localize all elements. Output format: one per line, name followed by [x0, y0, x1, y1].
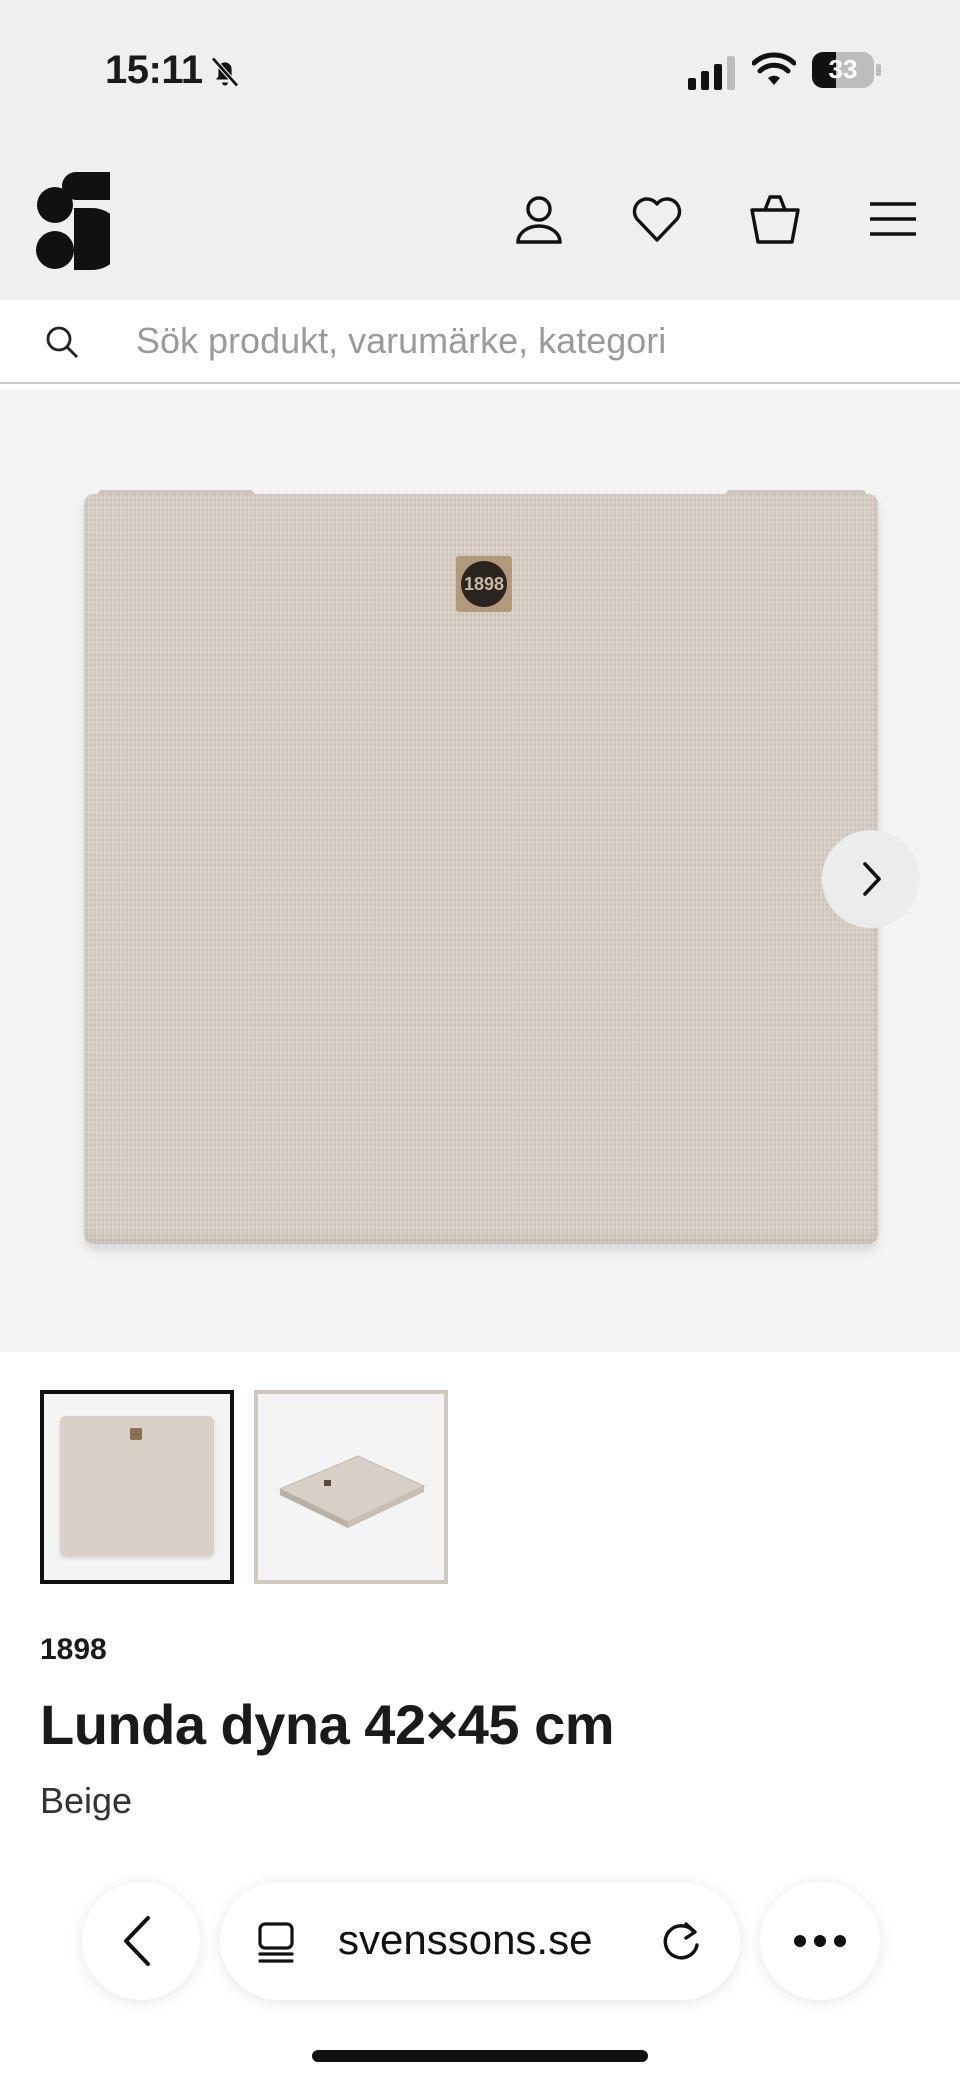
chevron-right-icon [863, 862, 881, 896]
search-icon [46, 326, 78, 358]
signal-icon [688, 56, 735, 90]
tabs-icon[interactable] [254, 1920, 298, 1964]
thumbnail-1[interactable] [40, 1390, 234, 1584]
site-header [0, 140, 960, 300]
battery-level: 33 [828, 54, 858, 84]
svenssons-logo[interactable] [36, 172, 110, 270]
search-bar [0, 300, 960, 384]
search-input[interactable] [134, 316, 918, 366]
heart-icon[interactable] [630, 192, 684, 246]
address-domain[interactable]: svenssons.se [338, 1916, 592, 1964]
product-image-main[interactable]: 1898 [0, 390, 960, 1352]
browser-toolbar: svenssons.se [0, 1860, 960, 2081]
bell-slash-icon [211, 56, 239, 88]
product-brand[interactable]: 1898 [40, 1633, 107, 1667]
menu-icon[interactable] [866, 192, 920, 246]
basket-icon[interactable] [748, 192, 802, 246]
brand-label-text: 1898 [461, 561, 507, 607]
wifi-icon [752, 52, 796, 85]
more-icon [794, 1935, 846, 1947]
brand-label-patch: 1898 [456, 556, 512, 612]
thumbnail-cushion-front [60, 1416, 214, 1556]
thumbnail-cushion-angled [278, 1455, 426, 1528]
thumbnail-2[interactable] [254, 1390, 448, 1584]
account-icon[interactable] [512, 192, 566, 246]
status-time: 15:11 [105, 48, 203, 92]
status-bar: 15:11 33 [0, 0, 960, 140]
product-title: Lunda dyna 42×45 cm [40, 1693, 615, 1756]
back-icon [124, 1916, 150, 1966]
next-image-button[interactable] [822, 830, 920, 928]
address-bar[interactable]: svenssons.se [220, 1882, 740, 2000]
reload-icon[interactable] [658, 1918, 704, 1964]
home-indicator [312, 2050, 648, 2062]
more-button[interactable] [760, 1882, 880, 2000]
back-button[interactable] [82, 1882, 200, 2000]
product-variant: Beige [40, 1780, 133, 1821]
